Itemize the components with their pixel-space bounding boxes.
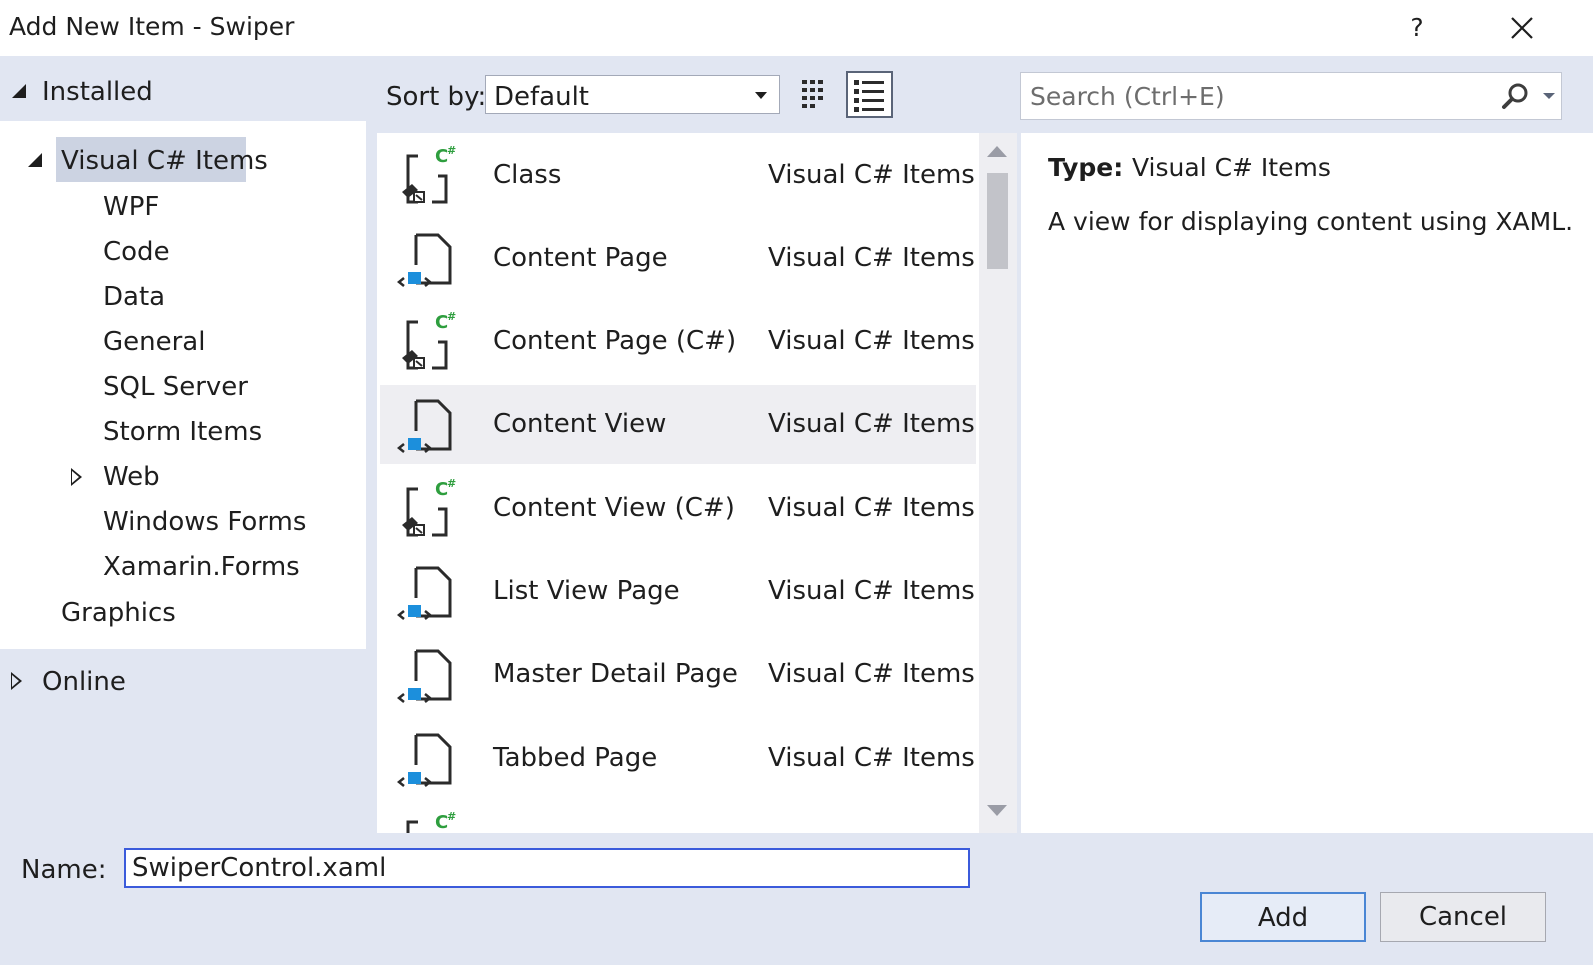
xaml-page-icon: [396, 649, 452, 703]
svg-text:#: #: [447, 477, 456, 490]
template-category: Visual C# Items: [768, 160, 975, 190]
tree-item-online[interactable]: Online: [42, 667, 126, 697]
tree-item-graphics[interactable]: Graphics: [61, 598, 176, 628]
help-button[interactable]: ?: [1397, 8, 1437, 48]
csharp-code-icon: C #: [406, 810, 456, 833]
template-row-content-view-csharp[interactable]: C # Content View (C#) Visual C# Items: [380, 469, 976, 548]
add-button[interactable]: Add: [1200, 892, 1366, 942]
template-category: Visual C# Items: [768, 659, 975, 689]
template-row-class[interactable]: C # Class Visual C# Items: [380, 136, 976, 215]
svg-text:#: #: [447, 144, 456, 157]
tree-item-data[interactable]: Data: [103, 282, 165, 312]
csharp-code-icon: C #: [402, 144, 456, 204]
tree-item-label: Visual C# Items: [61, 146, 268, 176]
tree-item-web[interactable]: Web: [103, 462, 160, 492]
tree-item-sql-server[interactable]: SQL Server: [103, 372, 248, 402]
tree-item-installed[interactable]: Installed: [42, 77, 153, 107]
collapse-visual-csharp-icon[interactable]: [28, 153, 42, 167]
template-row-partial[interactable]: C #: [380, 802, 976, 833]
template-category: Visual C# Items: [768, 493, 975, 523]
tree-item-general[interactable]: General: [103, 327, 205, 357]
chevron-down-icon: [755, 92, 767, 99]
template-row-list-view-page[interactable]: List View Page Visual C# Items: [380, 552, 976, 631]
template-description: A view for displaying content using XAML…: [1048, 207, 1574, 236]
svg-text:#: #: [447, 310, 456, 323]
template-category: Visual C# Items: [768, 326, 975, 356]
template-name: List View Page: [493, 576, 680, 606]
template-category: Visual C# Items: [768, 243, 975, 273]
xaml-page-icon: [396, 733, 452, 787]
xaml-page-icon: [396, 566, 452, 620]
template-name: Content Page (C#): [493, 326, 737, 356]
sort-value: Default: [494, 82, 589, 112]
name-field[interactable]: [124, 848, 970, 888]
close-icon: [1511, 17, 1533, 39]
name-label: Name:: [21, 855, 107, 885]
title-bar: Add New Item - Swiper ?: [0, 0, 1593, 56]
template-name: Content View: [493, 409, 667, 439]
svg-text:#: #: [447, 810, 456, 823]
search-input[interactable]: [1022, 74, 1492, 118]
tree-item-code[interactable]: Code: [103, 237, 170, 267]
list-view-button[interactable]: [846, 71, 893, 118]
sort-by-dropdown[interactable]: Default: [485, 75, 780, 114]
sort-by-label: Sort by:: [386, 82, 487, 112]
template-list-scrollbar[interactable]: [979, 133, 1017, 833]
list-view-icon: [854, 80, 884, 112]
csharp-code-icon: C #: [402, 477, 456, 537]
expand-online-icon[interactable]: [11, 672, 22, 690]
cancel-button[interactable]: Cancel: [1380, 892, 1546, 942]
expand-web-icon[interactable]: [71, 468, 82, 486]
template-name: Master Detail Page: [493, 659, 738, 689]
type-value: Visual C# Items: [1132, 153, 1331, 182]
template-name: Class: [493, 160, 562, 190]
template-category: Visual C# Items: [768, 576, 975, 606]
small-icons-view-button[interactable]: [797, 73, 837, 115]
template-row-content-view[interactable]: Content View Visual C# Items: [380, 385, 976, 464]
close-button[interactable]: [1500, 8, 1544, 48]
template-name: Content Page: [493, 243, 668, 273]
search-box: [1020, 72, 1562, 120]
template-name: Tabbed Page: [493, 743, 658, 773]
scroll-up-arrow-icon[interactable]: [987, 146, 1007, 157]
details-pane: Type: Visual C# Items A view for display…: [1021, 133, 1593, 833]
type-label: Type:: [1048, 153, 1124, 182]
template-row-master-detail-page[interactable]: Master Detail Page Visual C# Items: [380, 635, 976, 714]
small-icons-view-icon: [802, 80, 823, 108]
tree-item-xamarin-forms[interactable]: Xamarin.Forms: [103, 552, 300, 582]
tree-item-storm-items[interactable]: Storm Items: [103, 417, 262, 447]
template-category: Visual C# Items: [768, 743, 975, 773]
template-list: C # Class Visual C# Items Content Page V…: [377, 133, 979, 833]
template-name: Content View (C#): [493, 493, 735, 523]
tree-item-wpf[interactable]: WPF: [103, 192, 159, 222]
xaml-page-icon: [396, 233, 452, 287]
template-category: Visual C# Items: [768, 409, 975, 439]
collapse-installed-icon[interactable]: [12, 84, 26, 98]
scroll-thumb[interactable]: [987, 173, 1008, 269]
xaml-page-icon: [396, 399, 452, 453]
search-icon[interactable]: [1499, 81, 1531, 113]
window-title: Add New Item - Swiper: [9, 12, 295, 41]
template-row-tabbed-page[interactable]: Tabbed Page Visual C# Items: [380, 719, 976, 798]
csharp-code-icon: C #: [402, 310, 456, 370]
search-options-dropdown-icon[interactable]: [1543, 93, 1555, 99]
template-row-content-page-csharp[interactable]: C # Content Page (C#) Visual C# Items: [380, 302, 976, 381]
template-row-content-page[interactable]: Content Page Visual C# Items: [380, 219, 976, 298]
scroll-down-arrow-icon[interactable]: [987, 805, 1007, 816]
tree-item-windows-forms[interactable]: Windows Forms: [103, 507, 306, 537]
